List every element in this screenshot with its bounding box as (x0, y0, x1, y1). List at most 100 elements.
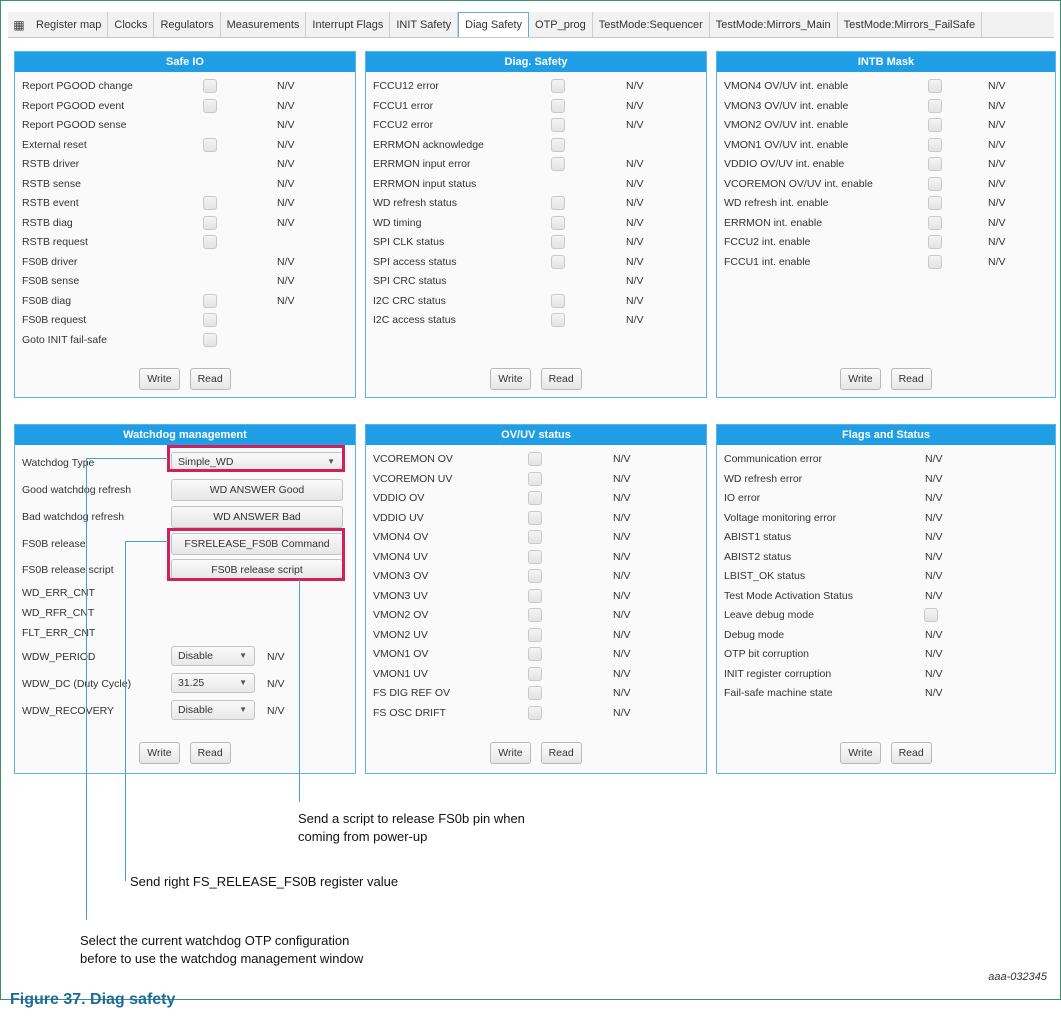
row-checkbox[interactable] (928, 215, 942, 230)
wd-rfr-cnt-label: WD_RFR_CNT (22, 607, 95, 619)
tab-testmode-mirrors-main[interactable]: TestMode:Mirrors_Main (710, 12, 838, 37)
row-checkbox[interactable] (203, 79, 217, 93)
row-checkbox[interactable] (928, 196, 942, 210)
row-checkbox[interactable] (551, 118, 565, 132)
row-checkbox[interactable] (551, 215, 565, 230)
row-checkbox[interactable] (203, 235, 217, 249)
write-button[interactable]: Write (840, 742, 881, 764)
row-checkbox[interactable] (203, 313, 217, 327)
read-button[interactable]: Read (189, 368, 231, 390)
read-button[interactable]: Read (189, 742, 231, 764)
row-checkbox[interactable] (551, 137, 565, 152)
tab-interrupt-flags[interactable]: Interrupt Flags (306, 12, 391, 37)
read-button[interactable]: Read (540, 742, 582, 764)
row-label: Fail-safe machine state (724, 687, 833, 699)
list-item: VDDIO OV/UV int. enable N/V (717, 155, 1055, 175)
row-checkbox[interactable] (203, 98, 217, 113)
row-checkbox[interactable] (528, 627, 542, 642)
row-label: IO error (724, 492, 761, 504)
tab-testmode-sequencer[interactable]: TestMode:Sequencer (593, 12, 710, 37)
tab-measurements[interactable]: Measurements (221, 12, 307, 37)
row-status-value: N/V (613, 511, 631, 524)
row-checkbox[interactable] (928, 118, 942, 132)
tab-regulators[interactable]: Regulators (154, 12, 221, 37)
write-button[interactable]: Write (490, 368, 531, 390)
write-button[interactable]: Write (139, 368, 180, 390)
row-checkbox[interactable] (528, 491, 542, 505)
row-status-value: N/V (613, 706, 631, 719)
row-checkbox[interactable] (203, 332, 217, 347)
row-checkbox[interactable] (203, 293, 217, 308)
row-label: External reset (22, 138, 87, 151)
row-status-value: N/V (988, 197, 1006, 209)
row-status-value: N/V (613, 531, 631, 543)
tab-otp-prog[interactable]: OTP_prog (529, 12, 593, 37)
row-checkbox[interactable] (928, 79, 942, 93)
row-label: RSTB request (22, 236, 88, 248)
row-checkbox[interactable] (928, 98, 942, 113)
list-item: Communication error N/V (717, 450, 1055, 470)
row-status-value: N/V (988, 99, 1006, 112)
wdw-period-status: N/V (267, 651, 285, 663)
row-checkbox[interactable] (203, 196, 217, 210)
list-item: VDDIO OV N/V (366, 489, 706, 509)
read-button[interactable]: Read (890, 368, 932, 390)
write-button[interactable]: Write (139, 742, 180, 764)
row-checkbox[interactable] (928, 137, 942, 152)
row-checkbox[interactable] (528, 588, 542, 603)
list-item: Report PGOOD change N/V (15, 77, 355, 97)
wdw-recovery-select[interactable]: Disable ▼ (171, 700, 255, 720)
wdw-period-select[interactable]: Disable ▼ (171, 646, 255, 666)
row-checkbox[interactable] (528, 530, 542, 544)
row-checkbox[interactable] (528, 686, 542, 700)
tab-register-map[interactable]: Register map (30, 12, 109, 37)
row-checkbox[interactable] (528, 510, 542, 525)
annotation-fs0b-release: Send right FS_RELEASE_FS0B register valu… (130, 874, 399, 889)
read-button[interactable]: Read (540, 368, 582, 390)
row-checkbox[interactable] (928, 157, 942, 171)
row-checkbox[interactable] (928, 254, 942, 269)
row-checkbox[interactable] (203, 215, 217, 230)
wdw-dc-select[interactable]: 31.25 ▼ (171, 673, 255, 693)
row-checkbox[interactable] (551, 98, 565, 113)
row-status-value: N/V (277, 158, 295, 170)
row-checkbox[interactable] (924, 608, 938, 622)
list-item: RSTB diag N/V (15, 214, 355, 234)
read-button[interactable]: Read (890, 742, 932, 764)
row-checkbox[interactable] (528, 647, 542, 661)
row-checkbox[interactable] (528, 549, 542, 564)
row-checkbox[interactable] (551, 79, 565, 93)
row-status-value: N/V (277, 255, 295, 268)
row-checkbox[interactable] (551, 293, 565, 308)
tab-diag-safety[interactable]: Diag Safety (458, 12, 530, 37)
row-checkbox[interactable] (528, 452, 542, 466)
row-checkbox[interactable] (528, 705, 542, 720)
annotation-line: Select the current watchdog OTP configur… (80, 933, 350, 948)
write-button[interactable]: Write (490, 742, 531, 764)
row-checkbox[interactable] (203, 137, 217, 152)
row-checkbox[interactable] (528, 569, 542, 583)
list-item: VMON4 OV/UV int. enable N/V (717, 77, 1055, 97)
write-button[interactable]: Write (840, 368, 881, 390)
tab-testmode-mirrors-failsafe[interactable]: TestMode:Mirrors_FailSafe (838, 12, 983, 37)
figure-caption: Figure 37. Diag safety (10, 991, 176, 1008)
wd-answer-good-button[interactable]: WD ANSWER Good (171, 479, 343, 501)
row-checkbox[interactable] (528, 471, 542, 486)
panel-watchdog-management: Watchdog management Watchdog Type Simple… (14, 424, 356, 774)
list-item: VMON3 OV N/V (366, 567, 706, 587)
row-checkbox[interactable] (528, 608, 542, 622)
grid-menu-icon[interactable]: ▦ (8, 12, 30, 37)
row-checkbox[interactable] (551, 254, 565, 269)
tab-init-safety[interactable]: INIT Safety (390, 12, 459, 37)
row-checkbox[interactable] (551, 235, 565, 249)
row-checkbox[interactable] (928, 176, 942, 191)
row-checkbox[interactable] (551, 157, 565, 171)
tab-clocks[interactable]: Clocks (108, 12, 155, 37)
wd-answer-bad-button[interactable]: WD ANSWER Bad (171, 506, 343, 528)
row-checkbox[interactable] (928, 235, 942, 249)
list-item: VMON2 OV/UV int. enable N/V (717, 116, 1055, 136)
row-checkbox[interactable] (528, 666, 542, 681)
row-status-value: N/V (925, 667, 943, 680)
row-checkbox[interactable] (551, 196, 565, 210)
row-checkbox[interactable] (551, 313, 565, 327)
